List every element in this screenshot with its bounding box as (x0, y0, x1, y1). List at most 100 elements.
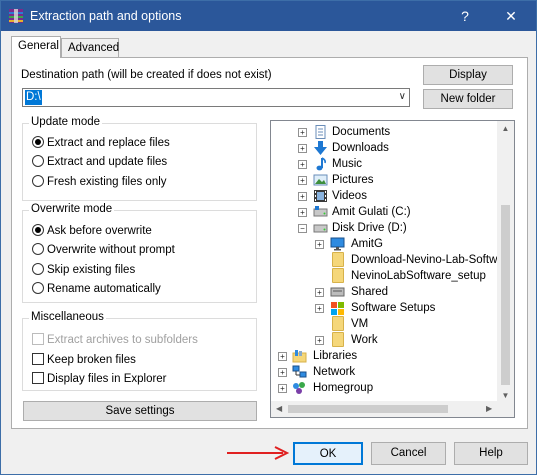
update-option-fresh[interactable]: Fresh existing files only (32, 174, 167, 190)
tree-item[interactable]: NevinoLabSoftware_setup (271, 268, 501, 284)
radio-checked-icon[interactable] (32, 224, 44, 236)
winrar-icon (9, 9, 23, 23)
tree-item[interactable]: + Shared (271, 284, 501, 300)
destination-label: Destination path (will be created if doe… (21, 69, 272, 81)
expand-icon[interactable]: + (315, 240, 324, 249)
homegroup-icon (293, 382, 305, 394)
radio-icon[interactable] (32, 243, 44, 255)
extraction-dialog: Extraction path and options ? ✕ General … (0, 0, 537, 475)
overwrite-option-ask[interactable]: Ask before overwrite (32, 223, 152, 239)
tab-advanced[interactable]: Advanced (61, 38, 119, 58)
expand-icon[interactable]: + (278, 352, 287, 361)
tree-item[interactable]: + Pictures (271, 172, 501, 188)
tree-item[interactable]: + Homegroup (271, 380, 501, 396)
new-folder-button[interactable]: New folder (423, 89, 513, 109)
tab-general[interactable]: General (11, 36, 61, 58)
update-option-label: Extract and update files (47, 156, 168, 168)
collapse-icon[interactable]: − (298, 224, 307, 233)
expand-icon[interactable]: + (315, 288, 324, 297)
tree-horizontal-scrollbar[interactable]: ◀ ▶ (271, 401, 498, 417)
radio-icon[interactable] (32, 263, 44, 275)
tree-item-label: Pictures (332, 174, 374, 186)
misc-option-display-explorer[interactable]: Display files in Explorer (32, 371, 167, 387)
tree-item[interactable]: + AmitG (271, 236, 501, 252)
update-option-label: Extract and replace files (47, 137, 170, 149)
scroll-thumb[interactable] (501, 205, 510, 385)
scrollbar-corner (497, 401, 514, 417)
software-icon (331, 302, 344, 315)
videos-icon (314, 190, 327, 202)
overwrite-option-skip[interactable]: Skip existing files (32, 262, 135, 278)
expand-icon[interactable]: + (315, 304, 324, 313)
tree-item[interactable]: + Work (271, 332, 501, 348)
tree-item-label: Music (332, 158, 363, 170)
destination-path-combo[interactable]: D:\ ∨ (22, 88, 410, 107)
expand-icon[interactable]: + (315, 336, 324, 345)
radio-icon[interactable] (32, 282, 44, 294)
tree-item[interactable]: VM (271, 316, 501, 332)
tree-item[interactable]: + Network (271, 364, 501, 380)
overwrite-option-without-prompt[interactable]: Overwrite without prompt (32, 242, 175, 258)
update-option-replace[interactable]: Extract and replace files (32, 135, 170, 151)
folder-icon (332, 268, 344, 283)
documents-icon (315, 125, 326, 139)
radio-icon[interactable] (32, 155, 44, 167)
expand-icon[interactable]: + (298, 160, 307, 169)
tree-item[interactable]: + Videos (271, 188, 501, 204)
expand-icon[interactable]: + (298, 144, 307, 153)
chevron-down-icon[interactable]: ∨ (399, 91, 406, 102)
tree-item[interactable]: + Downloads (271, 140, 501, 156)
display-button[interactable]: Display (423, 65, 513, 85)
cancel-button[interactable]: Cancel (371, 442, 446, 465)
misc-option-keep-broken[interactable]: Keep broken files (32, 352, 136, 368)
checkbox-icon (32, 333, 44, 345)
tree-item[interactable]: + Software Setups (271, 300, 501, 316)
misc-option-label: Keep broken files (47, 354, 136, 366)
checkbox-icon[interactable] (32, 353, 44, 365)
tree-item-label: VM (351, 318, 369, 330)
help-button[interactable]: Help (454, 442, 528, 465)
downloads-icon (314, 141, 327, 155)
general-panel: Destination path (will be created if doe… (11, 57, 528, 429)
tree-item[interactable]: + Documents (271, 124, 501, 140)
tree-item[interactable]: + Libraries (271, 348, 501, 364)
scroll-down-icon[interactable]: ▼ (497, 391, 514, 400)
tree-item[interactable]: − Disk Drive (D:) (271, 220, 501, 236)
radio-checked-icon[interactable] (32, 136, 44, 148)
folder-icon (332, 316, 344, 331)
miscellaneous-title: Miscellaneous (29, 311, 106, 323)
radio-icon[interactable] (32, 175, 44, 187)
misc-option-label: Extract archives to subfolders (47, 334, 198, 346)
tree-item-label: Videos (332, 190, 367, 202)
tree-item[interactable]: + Music (271, 156, 501, 172)
tree-item[interactable]: Download-Nevino-Lab-Softwa (271, 252, 504, 268)
help-title-button[interactable]: ? (448, 1, 482, 31)
scroll-up-icon[interactable]: ▲ (497, 124, 514, 133)
folder-icon (332, 332, 344, 347)
scroll-left-icon[interactable]: ◀ (276, 404, 282, 413)
tree-item-label: NevinoLabSoftware_setup (351, 270, 486, 282)
tree-item-label: Network (313, 366, 356, 378)
update-option-update[interactable]: Extract and update files (32, 154, 167, 170)
save-settings-button[interactable]: Save settings (23, 401, 257, 421)
expand-icon[interactable]: + (298, 192, 307, 201)
expand-icon[interactable]: + (278, 368, 287, 377)
misc-option-label: Display files in Explorer (47, 373, 167, 385)
update-mode-group: Update mode Extract and replace files Ex… (22, 116, 257, 201)
checkbox-icon[interactable] (32, 372, 44, 384)
folder-tree[interactable]: + Documents + Downloads + Music + Pictur… (270, 120, 515, 418)
misc-option-subfolders: Extract archives to subfolders (32, 332, 198, 348)
close-button[interactable]: ✕ (494, 1, 528, 31)
scroll-thumb[interactable] (288, 405, 448, 413)
scroll-right-icon[interactable]: ▶ (486, 404, 492, 413)
expand-icon[interactable]: + (278, 384, 287, 393)
overwrite-option-rename[interactable]: Rename automatically (32, 281, 161, 297)
expand-icon[interactable]: + (298, 128, 307, 137)
tree-vertical-scrollbar[interactable]: ▲ ▼ (497, 121, 514, 404)
tree-item-label: Disk Drive (D:) (332, 222, 407, 234)
expand-icon[interactable]: + (298, 176, 307, 185)
ok-button[interactable]: OK (293, 442, 363, 465)
overwrite-option-label: Overwrite without prompt (47, 244, 175, 256)
tree-item[interactable]: + Amit Gulati (C:) (271, 204, 501, 220)
expand-icon[interactable]: + (298, 208, 307, 217)
